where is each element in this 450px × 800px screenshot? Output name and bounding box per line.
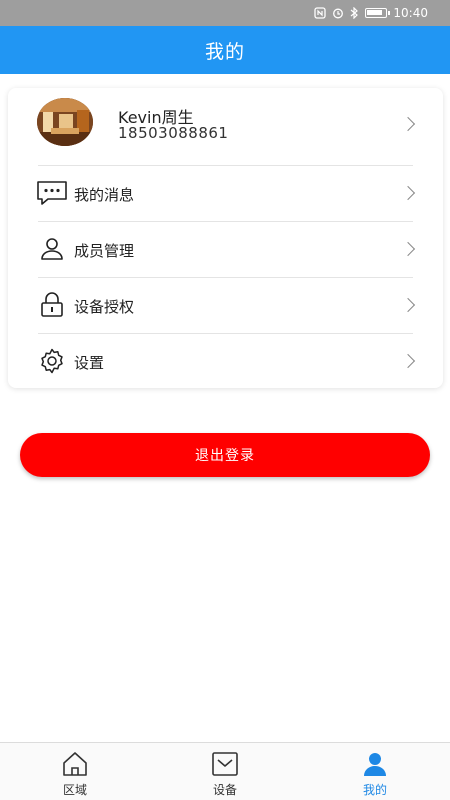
menu-item-label: 设置 xyxy=(74,354,105,372)
menu-item-members[interactable]: 成员管理 xyxy=(8,222,443,277)
menu-item-messages[interactable]: 我的消息 xyxy=(8,166,443,221)
profile-row[interactable]: Kevin周生 18503088861 xyxy=(8,88,443,166)
user-icon xyxy=(36,235,68,263)
chevron-right-icon xyxy=(400,241,416,257)
status-bar: 10:40 xyxy=(0,0,450,26)
menu-item-label: 成员管理 xyxy=(74,242,135,260)
tab-label: 我的 xyxy=(362,783,387,797)
avatar xyxy=(37,98,93,146)
app-header: 我的 xyxy=(0,26,450,74)
person-icon xyxy=(361,751,389,777)
status-time: 10:40 xyxy=(393,6,428,20)
tab-area[interactable]: 区域 xyxy=(0,743,150,800)
device-icon xyxy=(211,751,239,777)
chevron-right-icon xyxy=(400,116,416,132)
menu-item-device-auth[interactable]: 设备授权 xyxy=(8,278,443,333)
message-icon xyxy=(36,179,68,207)
profile-menu-card: Kevin周生 18503088861 我的消息 成员管理 设备授权 设置 xyxy=(8,88,443,388)
tab-mine[interactable]: 我的 xyxy=(300,743,450,800)
menu-item-label: 设备授权 xyxy=(74,298,135,316)
chevron-right-icon xyxy=(400,353,416,369)
page-title: 我的 xyxy=(204,40,245,63)
battery-icon xyxy=(365,8,391,18)
logout-button[interactable]: 退出登录 xyxy=(20,433,430,477)
gear-icon xyxy=(36,347,68,375)
tab-device[interactable]: 设备 xyxy=(150,743,300,800)
home-icon xyxy=(61,751,89,777)
menu-item-settings[interactable]: 设置 xyxy=(8,334,443,389)
bluetooth-icon xyxy=(350,7,359,19)
menu-item-label: 我的消息 xyxy=(74,186,135,204)
tab-label: 区域 xyxy=(62,783,87,797)
chevron-right-icon xyxy=(400,185,416,201)
bottom-tab-bar: 区域 设备 我的 xyxy=(0,742,450,800)
tab-label: 设备 xyxy=(212,783,237,797)
profile-phone: 18503088861 xyxy=(118,124,229,142)
lock-icon xyxy=(36,291,68,319)
nfc-icon xyxy=(314,7,327,19)
alarm-icon xyxy=(332,7,344,19)
chevron-right-icon xyxy=(400,297,416,313)
